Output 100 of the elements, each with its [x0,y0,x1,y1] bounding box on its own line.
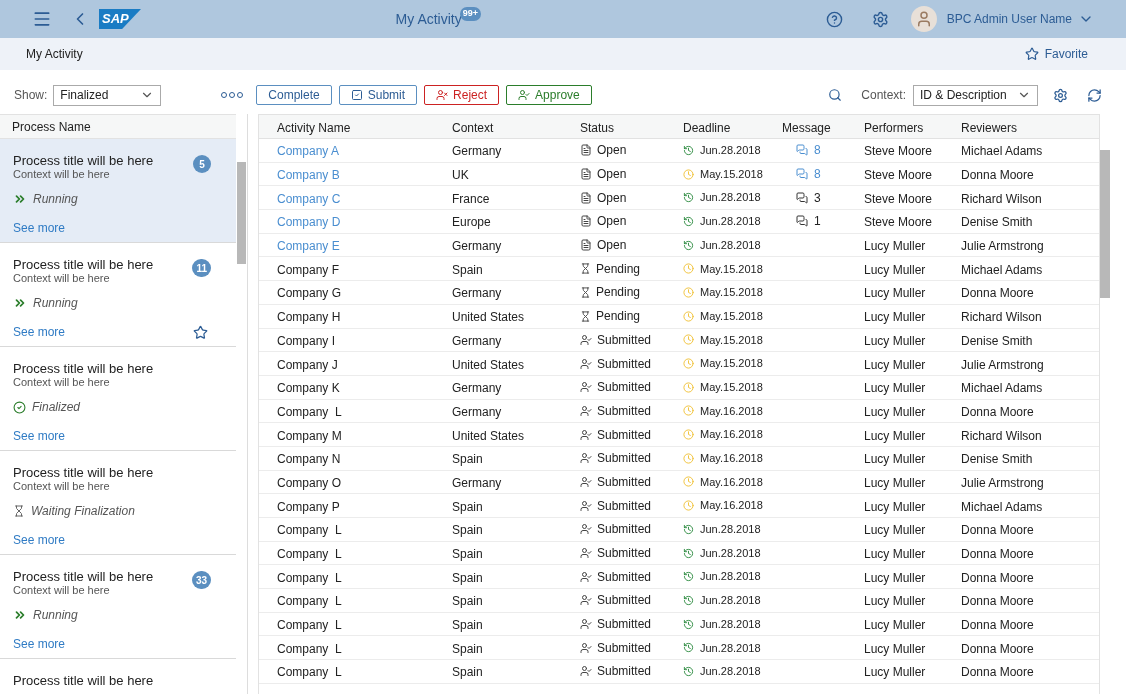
context-cell: Spain [452,594,483,609]
star-icon[interactable] [1024,47,1039,61]
settings-icon[interactable] [1053,87,1068,103]
activity-link[interactable]: Company B [277,168,340,183]
performer-cell: Lucy Muller [864,475,926,490]
see-more-link[interactable]: See more [13,323,66,341]
table-row[interactable]: Company L Spain Submitted Jun.28.2018 Lucy Muller Donna Moore [259,660,1099,684]
table-row[interactable]: Company L Spain Submitted Jun.28.2018 Lucy Muller Donna Moore [259,541,1099,566]
performer-cell: Lucy Muller [864,310,926,325]
messages-icon[interactable] [796,215,808,228]
reviewer-cell: Donna Moore [961,594,1034,609]
status-text: Submitted [597,331,652,349]
table-row[interactable]: Company G Germany Pending May.15.2018 Lucy Muller Donna Moore [259,281,1099,305]
table-row[interactable]: Company N Spain Submitted May.16.2018 Lucy Muller Denise Smith [259,446,1099,471]
scrollbar[interactable] [237,162,246,264]
avatar[interactable] [910,6,937,32]
process-status: Running [33,295,78,312]
help-icon[interactable] [825,10,843,28]
table-row[interactable]: Company D Europe Open Jun.28.2018 1 Steve Moore Denise Smith [259,210,1099,234]
table-row[interactable]: Company L Spain Submitted Jun.28.2018 Lucy Muller Donna Moore [259,612,1099,637]
document-icon [580,215,592,228]
refresh-icon[interactable] [1087,87,1102,103]
process-title: Process title will be here [13,153,154,168]
menu-icon[interactable] [32,9,52,29]
reviewer-cell: Donna Moore [961,618,1034,633]
activity-name: Company M [277,428,342,443]
scrollbar[interactable] [1100,150,1110,298]
message-count[interactable]: 3 [814,188,821,207]
see-more-link[interactable]: See more [13,427,66,445]
show-dropdown[interactable]: Finalized [53,84,162,106]
column-header: Status [580,120,615,135]
status-text: Submitted [597,616,652,634]
table-row[interactable]: Company I Germany Submitted May.15.2018 Lucy Muller Denise Smith [259,328,1099,353]
context-dropdown[interactable]: ID & Description [913,84,1038,106]
check-circle-icon [13,400,26,414]
table-row[interactable]: Company K Germany Submitted May.15.2018 Lucy Muller Michael Adams [259,375,1099,400]
action-button[interactable]: Submit [338,85,418,105]
performer-cell: Lucy Muller [864,665,926,680]
table-row[interactable]: Company L Spain Submitted Jun.28.2018 Lucy Muller Donna Moore [259,589,1099,613]
see-more-link[interactable]: See more [13,635,66,653]
process-item[interactable]: Process title will be here Context will be here 5 Running See more [0,139,236,243]
context-cell: Germany [452,333,502,348]
table-row[interactable]: Company F Spain Pending May.15.2018 Lucy Muller Michael Adams [259,257,1099,282]
table-row[interactable]: Company J United States Submitted May.15.2018 Lucy Muller Julie Armstrong [259,352,1099,376]
action-button[interactable]: Complete [256,85,332,105]
activity-link[interactable]: Company A [277,144,340,159]
person-check-icon [518,89,531,101]
activity-name: Company L [277,523,342,538]
settings-icon[interactable] [871,10,889,28]
column-header: Message [782,120,831,135]
search-icon[interactable] [828,88,843,102]
message-count[interactable]: 8 [814,141,821,160]
deadline-text: May.16.2018 [700,451,763,467]
table-row[interactable]: Company L Spain Submitted Jun.28.2018 Lucy Muller Donna Moore [259,636,1099,661]
user-name[interactable]: BPC Admin User Name [946,10,1072,28]
performer-cell: Lucy Muller [864,499,926,514]
document-icon [580,168,592,181]
table-row[interactable]: Company P Spain Submitted May.16.2018 Lucy Muller Michael Adams [259,494,1099,518]
messages-icon[interactable] [796,191,808,204]
context-cell: Spain [452,523,483,538]
star-icon[interactable] [193,324,208,340]
deadline-text: May.15.2018 [700,285,763,301]
favorite-link[interactable]: Favorite [1044,45,1088,63]
performer-cell: Steve Moore [864,168,933,183]
table-row[interactable]: Company L Germany Submitted May.16.2018 Lucy Muller Donna Moore [259,399,1099,424]
activity-name: Company L [277,547,342,562]
activity-link[interactable]: Company E [277,239,340,254]
see-more-link[interactable]: See more [13,531,66,549]
see-more-link[interactable]: See more [13,219,66,237]
table-row[interactable]: Company M United States Submitted May.16.2018 Lucy Muller Richard Wilson [259,423,1099,447]
process-context: Context will be here [13,480,111,493]
reviewer-cell: Richard Wilson [961,428,1042,443]
reviewer-cell: Richard Wilson [961,310,1042,325]
status-text: Submitted [597,379,652,397]
table-row[interactable]: Company L Spain Submitted Jun.28.2018 Lucy Muller Donna Moore [259,518,1099,542]
table-row[interactable]: Company H United States Pending May.15.2018 Lucy Muller Richard Wilson [259,304,1099,329]
reviewer-cell: Donna Moore [961,641,1034,656]
double-chevron-icon [13,296,27,310]
performer-cell: Lucy Muller [864,618,926,633]
deadline-text: May.15.2018 [700,261,763,277]
table-row[interactable]: Company A Germany Open Jun.28.2018 8 Steve Moore Michael Adams [259,139,1099,163]
table-row[interactable]: Company C France Open Jun.28.2018 3 Steve Moore Richard Wilson [259,186,1099,211]
deadline-text: May.16.2018 [700,403,763,419]
message-count[interactable]: 1 [814,212,821,231]
status-text: Submitted [597,426,652,444]
person-check-icon [580,618,592,631]
action-button[interactable]: Approve [506,85,592,105]
table-row[interactable]: Company L Spain Submitted Jun.28.2018 Lucy Muller Donna Moore [259,565,1099,590]
table-row[interactable]: Company B UK Open May.15.2018 8 Steve Moore Donna Moore [259,162,1099,187]
person-check-icon [580,594,592,607]
sub-header-title: My Activity [26,46,83,63]
deadline-text: Jun.28.2018 [700,640,761,656]
message-count[interactable]: 8 [814,165,821,184]
activity-link[interactable]: Company C [277,191,341,206]
table-row[interactable]: Company O Germany Submitted May.16.2018 Lucy Muller Julie Armstrong [259,470,1099,495]
action-button[interactable]: Reject [424,85,500,105]
table-row[interactable]: Company E Germany Open Jun.28.2018 Lucy Muller Julie Armstrong [259,233,1099,258]
activity-link[interactable]: Company D [277,215,341,230]
context-cell: Europe [452,215,491,230]
context-cell: United States [452,428,525,443]
